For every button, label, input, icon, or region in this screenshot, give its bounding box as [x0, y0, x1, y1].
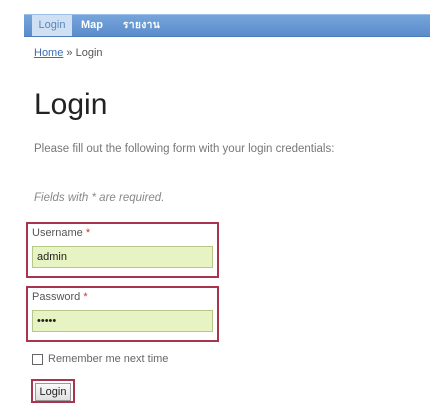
- nav-item-login[interactable]: Login: [32, 15, 72, 36]
- remember-me-label: Remember me next time: [48, 353, 169, 365]
- breadcrumb-separator: »: [66, 47, 73, 59]
- password-input[interactable]: [32, 310, 213, 332]
- username-label-text: Username: [32, 227, 83, 239]
- breadcrumb-current: Login: [75, 47, 103, 59]
- login-button-highlight: Login: [31, 379, 75, 403]
- username-field-group: Username *: [26, 222, 219, 278]
- form-instructions: Please fill out the following form with …: [34, 143, 335, 155]
- login-page: Login Map รายงาน Home » Login Login Plea…: [0, 0, 430, 403]
- username-input[interactable]: [32, 246, 213, 268]
- password-required-mark: *: [83, 291, 88, 303]
- username-label: Username *: [32, 227, 90, 239]
- page-title: Login: [34, 88, 108, 121]
- required-fields-note: Fields with * are required.: [34, 192, 165, 204]
- breadcrumb-home-link[interactable]: Home: [34, 47, 63, 59]
- remember-me-checkbox[interactable]: [32, 353, 43, 365]
- nav-item-map[interactable]: Map: [81, 15, 103, 36]
- password-label: Password *: [32, 291, 88, 303]
- username-required-mark: *: [85, 227, 91, 239]
- password-field-group: Password *: [26, 286, 219, 342]
- login-button[interactable]: Login: [35, 383, 71, 401]
- nav-item-report[interactable]: รายงาน: [123, 15, 160, 36]
- main-nav-bar: Login Map รายงาน: [24, 14, 430, 37]
- remember-me-option[interactable]: Remember me next time: [32, 352, 168, 366]
- password-label-text: Password: [32, 291, 81, 303]
- breadcrumb: Home » Login: [34, 47, 103, 59]
